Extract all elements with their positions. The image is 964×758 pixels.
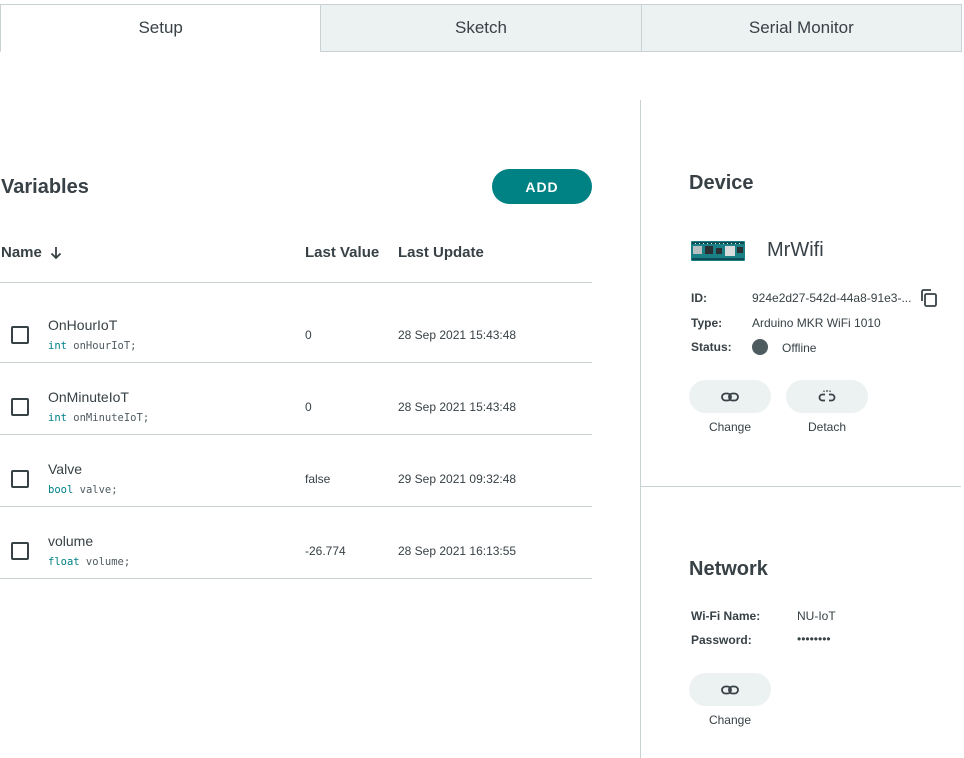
variable-name[interactable]: OnHourIoT bbox=[48, 317, 117, 333]
device-type-label: Type: bbox=[691, 316, 723, 330]
detach-device-label: Detach bbox=[807, 420, 847, 434]
column-name-label: Name bbox=[1, 244, 42, 261]
copy-icon[interactable] bbox=[919, 288, 939, 308]
row-checkbox[interactable] bbox=[11, 542, 29, 560]
section-divider bbox=[641, 486, 961, 487]
variable-type: int bbox=[48, 412, 67, 424]
column-header-last-update: Last Update bbox=[398, 244, 484, 261]
variable-declaration: int onMinuteIoT; bbox=[48, 412, 149, 424]
variable-identifier: volume; bbox=[79, 556, 131, 568]
tab-sketch[interactable]: Sketch bbox=[321, 4, 642, 52]
variable-last-update: 28 Sep 2021 15:43:48 bbox=[398, 400, 517, 414]
sort-arrow-down-icon[interactable] bbox=[50, 246, 62, 260]
network-section-title: Network bbox=[689, 558, 768, 580]
variable-last-update: 28 Sep 2021 16:13:55 bbox=[398, 544, 517, 558]
column-header-last-value: Last Value bbox=[305, 244, 380, 261]
add-variable-button[interactable]: ADD bbox=[492, 169, 592, 204]
variable-name[interactable]: Valve bbox=[48, 461, 82, 477]
device-section-title: Device bbox=[689, 172, 754, 194]
change-network-label: Change bbox=[708, 713, 752, 727]
unlink-icon bbox=[818, 389, 836, 401]
board-icon bbox=[691, 241, 745, 261]
variable-last-update: 28 Sep 2021 15:43:48 bbox=[398, 328, 517, 342]
device-status-label: Status: bbox=[691, 340, 732, 354]
link-icon bbox=[721, 685, 739, 694]
link-icon bbox=[721, 392, 739, 401]
table-header-divider bbox=[0, 282, 592, 283]
variable-identifier: onMinuteIoT; bbox=[66, 412, 150, 424]
panel-divider bbox=[640, 100, 641, 758]
detach-device-button[interactable] bbox=[786, 380, 868, 413]
row-checkbox[interactable] bbox=[11, 398, 29, 416]
tab-setup[interactable]: Setup bbox=[0, 4, 322, 52]
status-offline-indicator bbox=[752, 339, 768, 355]
variable-row-volume: volume float volume; -26.774 28 Sep 2021… bbox=[0, 507, 592, 579]
variable-declaration: int onHourIoT; bbox=[48, 340, 137, 352]
row-checkbox[interactable] bbox=[11, 470, 29, 488]
device-type-value: Arduino MKR WiFi 1010 bbox=[752, 316, 881, 330]
tab-bar: Setup Sketch Serial Monitor bbox=[0, 4, 962, 52]
variable-type: int bbox=[48, 340, 67, 352]
change-device-label: Change bbox=[708, 420, 752, 434]
row-checkbox[interactable] bbox=[11, 326, 29, 344]
column-header-name[interactable]: Name bbox=[1, 244, 62, 261]
variable-name[interactable]: OnMinuteIoT bbox=[48, 389, 129, 405]
variable-last-update: 29 Sep 2021 09:32:48 bbox=[398, 472, 517, 486]
variable-identifier: onHourIoT; bbox=[66, 340, 137, 352]
variable-row-onhouriot: OnHourIoT int onHourIoT; 0 28 Sep 2021 1… bbox=[0, 291, 592, 363]
variable-last-value: -26.774 bbox=[305, 544, 346, 558]
variable-row-onminuteiot: OnMinuteIoT int onMinuteIoT; 0 28 Sep 20… bbox=[0, 363, 592, 435]
device-id-label: ID: bbox=[691, 291, 707, 305]
variable-last-value: 0 bbox=[305, 328, 312, 342]
variable-declaration: float volume; bbox=[48, 556, 130, 568]
variable-declaration: bool valve; bbox=[48, 484, 118, 496]
variable-type: bool bbox=[48, 484, 74, 496]
password-label: Password: bbox=[691, 633, 752, 647]
tab-divider bbox=[320, 51, 962, 52]
device-status-value: Offline bbox=[782, 341, 817, 355]
wifi-name-label: Wi-Fi Name: bbox=[691, 609, 761, 623]
variable-name[interactable]: volume bbox=[48, 533, 93, 549]
password-value: •••••••• bbox=[797, 632, 831, 646]
change-network-button[interactable] bbox=[689, 673, 771, 706]
tab-serial-monitor[interactable]: Serial Monitor bbox=[641, 4, 962, 52]
variable-last-value: 0 bbox=[305, 400, 312, 414]
change-device-button[interactable] bbox=[689, 380, 771, 413]
wifi-name-value: NU-IoT bbox=[797, 609, 836, 623]
variables-title: Variables bbox=[1, 176, 89, 198]
variable-last-value: false bbox=[305, 472, 331, 486]
device-name: MrWifi bbox=[767, 239, 824, 261]
variable-row-valve: Valve bool valve; false 29 Sep 2021 09:3… bbox=[0, 435, 592, 507]
variable-identifier: valve; bbox=[73, 484, 118, 496]
device-id-value: 924e2d27-542d-44a8-91e3-... bbox=[752, 291, 912, 305]
variable-type: float bbox=[48, 556, 80, 568]
